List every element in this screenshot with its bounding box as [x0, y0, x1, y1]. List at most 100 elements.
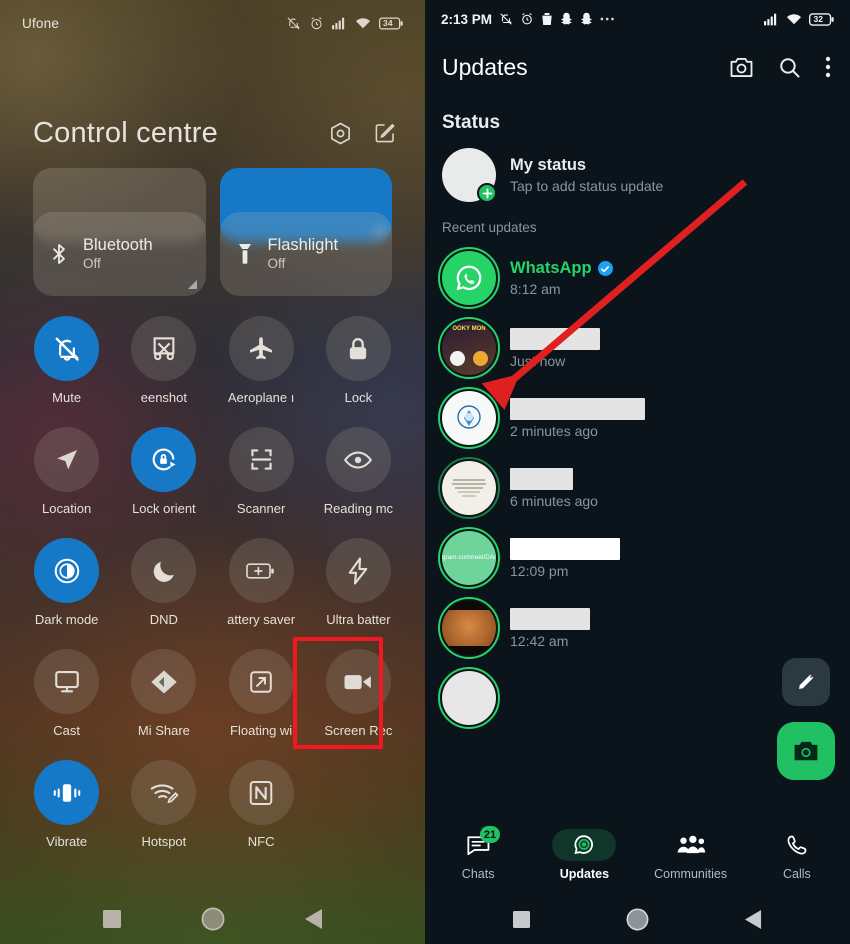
qs-bubble — [228, 538, 294, 603]
nav-item-chats[interactable]: 21 Chats — [425, 826, 531, 881]
whatsapp-updates-screen: 2:13 PM 32 Updates Status My status Tap … — [425, 0, 850, 944]
status-list-item[interactable]: OOKY MON Just now — [425, 313, 850, 383]
qs-label: eenshot — [140, 390, 187, 405]
qs-tile-location[interactable]: Location — [18, 427, 115, 516]
qs-bubble — [34, 316, 100, 381]
avatar[interactable] — [442, 148, 497, 203]
whatsapp-logo-avatar — [442, 251, 496, 305]
qs-bubble — [131, 427, 197, 492]
contact-avatar-image — [442, 391, 496, 445]
qs-label: Lock orient — [132, 501, 196, 516]
qs-tile-reading-mode[interactable]: Reading mc — [310, 427, 407, 516]
screen-record-icon — [344, 674, 372, 689]
home-icon[interactable] — [201, 907, 225, 931]
flashlight-tile[interactable]: Flashlight Off — [219, 212, 392, 296]
edit-status-fab[interactable] — [782, 658, 830, 706]
control-centre-screen: Ufone 34 Control centre Bluetooth Off Fl… — [0, 0, 425, 944]
redacted-name — [510, 607, 590, 630]
quick-settings-area: Bluetooth Off Flashlight Off Mute eensho… — [0, 168, 425, 880]
qs-bubble — [34, 649, 100, 714]
status-item-time: 8:12 am — [510, 281, 561, 297]
qs-tile-mi-share[interactable]: Mi Share — [115, 649, 212, 738]
more-icon — [600, 17, 614, 21]
qs-tile-dark-mode[interactable]: Dark mode — [18, 538, 115, 627]
app-bar-actions — [729, 56, 831, 79]
qs-tile-lock[interactable]: Lock — [310, 316, 407, 405]
overflow-menu-icon[interactable] — [825, 56, 831, 78]
nav-pill — [552, 829, 617, 861]
nav-item-calls[interactable]: Calls — [744, 829, 850, 881]
nav-pill: 21 — [446, 826, 510, 861]
pencil-icon — [799, 674, 814, 689]
qs-tile-floating-window[interactable]: Floating wi — [213, 649, 310, 738]
cast-icon — [54, 670, 79, 692]
bottom-navigation: 21 Chats Updates Communities Calls — [425, 816, 850, 894]
status-list-item[interactable]: 2 minutes ago — [425, 383, 850, 453]
qs-bubble — [34, 538, 100, 603]
camera-icon — [794, 741, 818, 761]
qs-bubble — [228, 427, 294, 492]
qs-tile-mute[interactable]: Mute — [18, 316, 115, 405]
qs-label: Cast — [53, 723, 80, 738]
left-status-icons: 34 — [286, 16, 403, 31]
camera-status-fab[interactable] — [777, 722, 835, 780]
pair-tiles-row: Bluetooth Off Flashlight Off — [33, 212, 392, 296]
recents-icon[interactable] — [513, 910, 530, 928]
nav-item-communities[interactable]: Communities — [638, 829, 744, 881]
qs-bubble — [325, 427, 391, 492]
avatar[interactable] — [438, 247, 500, 309]
quick-settings-grid: Mute eenshot Aeroplane ı Lock Location L… — [18, 316, 407, 849]
back-icon[interactable] — [745, 909, 762, 929]
status-list-item[interactable]: WhatsApp 8:12 am — [425, 243, 850, 313]
qs-tile-battery-saver[interactable]: attery saver — [213, 538, 310, 627]
search-icon[interactable] — [778, 56, 801, 79]
add-status-badge[interactable] — [477, 183, 497, 203]
qs-tile-screen-recorder[interactable]: Screen Rec — [292, 637, 407, 749]
qs-bubble — [131, 316, 197, 381]
qs-tile-vibrate[interactable]: Vibrate — [18, 760, 115, 849]
camera-icon[interactable] — [729, 56, 754, 79]
redacted-name — [510, 327, 600, 350]
status-list-item[interactable]: 6 minutes ago — [425, 453, 850, 523]
expand-corner-icon — [187, 280, 197, 289]
scanner-icon — [250, 449, 272, 470]
avatar[interactable] — [438, 597, 500, 659]
edit-order-icon[interactable] — [328, 121, 353, 146]
contact-avatar-image: OOKY MON — [442, 321, 496, 375]
control-centre-actions — [328, 121, 397, 146]
screenshot-icon — [153, 336, 175, 360]
status-list-item[interactable]: instagram.com/reel/DAita3... 12:09 pm — [425, 523, 850, 593]
contact-avatar-image — [442, 671, 496, 725]
wifi-icon — [786, 13, 802, 24]
rotation-lock-icon — [152, 448, 176, 471]
edit-tiles-icon[interactable] — [373, 121, 397, 145]
qs-tile-lock-orientation[interactable]: Lock orient — [115, 427, 212, 516]
status-item-time: 12:42 am — [510, 632, 569, 649]
right-status-left: 2:13 PM — [441, 12, 616, 27]
qs-label: Reading mc — [323, 501, 394, 516]
qs-bubble — [325, 538, 391, 603]
avatar[interactable]: OOKY MON — [438, 317, 500, 379]
avatar[interactable]: instagram.com/reel/DAita3... — [438, 527, 500, 589]
whatsapp-icon — [456, 265, 482, 291]
back-icon[interactable] — [304, 909, 323, 929]
qs-tile-dnd[interactable]: DND — [115, 538, 212, 627]
home-icon[interactable] — [626, 908, 649, 931]
eye-icon — [344, 450, 373, 469]
avatar[interactable] — [438, 457, 500, 519]
qs-tile-cast[interactable]: Cast — [18, 649, 115, 738]
qs-label: Aeroplane ı — [227, 390, 295, 405]
qs-tile-aeroplane[interactable]: Aeroplane ı — [213, 316, 310, 405]
qs-tile-scanner[interactable]: Scanner — [213, 427, 310, 516]
nav-item-updates[interactable]: Updates — [531, 829, 637, 881]
qs-tile-nfc[interactable]: NFC — [213, 760, 310, 849]
qs-tile-hotspot[interactable]: Hotspot — [115, 760, 212, 849]
bluetooth-tile[interactable]: Bluetooth Off — [33, 212, 206, 296]
qs-tile-screenshot[interactable]: eenshot — [115, 316, 212, 405]
my-status-row[interactable]: My status Tap to add status update — [425, 140, 850, 210]
status-list-item[interactable]: 12:42 am — [425, 593, 850, 663]
avatar[interactable] — [438, 667, 500, 729]
qs-tile-ultra-battery-saver[interactable]: Ultra batter — [310, 538, 407, 627]
recents-icon[interactable] — [102, 910, 121, 928]
avatar[interactable] — [438, 387, 500, 449]
